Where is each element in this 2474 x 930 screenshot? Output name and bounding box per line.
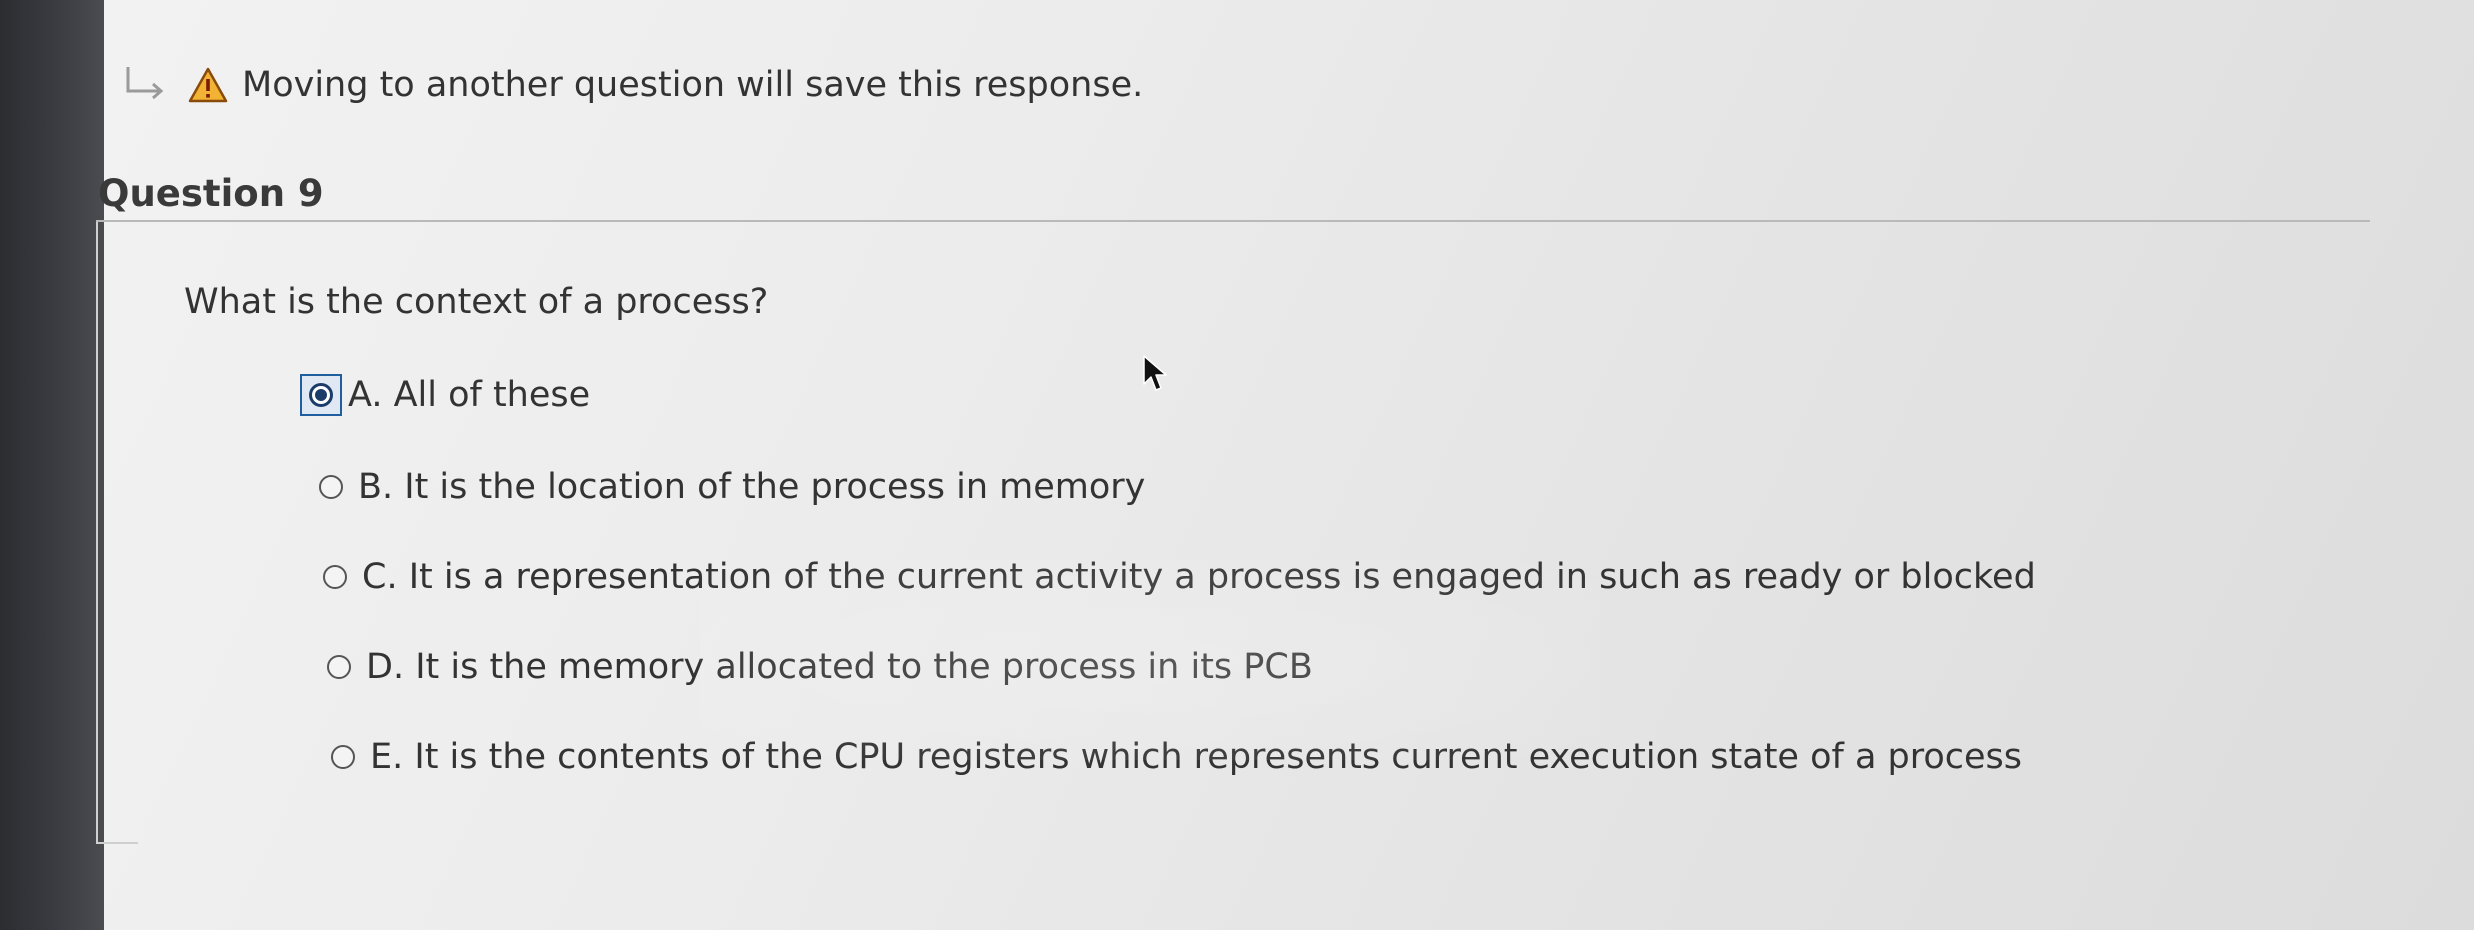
radio-button[interactable]: [327, 655, 351, 679]
warning-icon: [188, 67, 228, 103]
answer-label-a: A. All of these: [348, 375, 591, 415]
answer-label-c: C. It is a representation of the current…: [362, 557, 2036, 597]
answer-label-b: B. It is the location of the process in …: [358, 467, 1146, 507]
radio-frame[interactable]: [318, 646, 360, 688]
answer-label-e: E. It is the contents of the CPU registe…: [370, 737, 2023, 777]
answer-option-d[interactable]: D. It is the memory allocated to the pro…: [318, 642, 1313, 692]
screen-bezel: [0, 0, 104, 930]
question-title: Question 9: [98, 172, 324, 215]
radio-button-selected[interactable]: [309, 383, 333, 407]
question-content-border: [96, 222, 138, 844]
return-arrow-icon: [126, 67, 164, 100]
radio-focus-frame[interactable]: [300, 374, 342, 416]
answer-option-c[interactable]: C. It is a representation of the current…: [314, 552, 2036, 602]
radio-button[interactable]: [331, 745, 355, 769]
radio-frame[interactable]: [314, 556, 356, 598]
radio-selected-dot: [315, 389, 327, 401]
radio-button[interactable]: [319, 475, 343, 499]
radio-button[interactable]: [323, 565, 347, 589]
save-notice: Moving to another question will save thi…: [120, 60, 1143, 110]
answer-option-a[interactable]: A. All of these: [300, 370, 590, 420]
radio-frame[interactable]: [322, 736, 364, 778]
radio-frame[interactable]: [310, 466, 352, 508]
title-divider: [96, 220, 2370, 222]
save-notice-text: Moving to another question will save thi…: [242, 65, 1144, 105]
answer-label-d: D. It is the memory allocated to the pro…: [366, 647, 1313, 687]
question-prompt: What is the context of a process?: [184, 282, 769, 322]
mouse-cursor-icon: [1143, 355, 1167, 391]
answer-option-b[interactable]: B. It is the location of the process in …: [310, 462, 1145, 512]
answer-option-e[interactable]: E. It is the contents of the CPU registe…: [322, 732, 2022, 782]
